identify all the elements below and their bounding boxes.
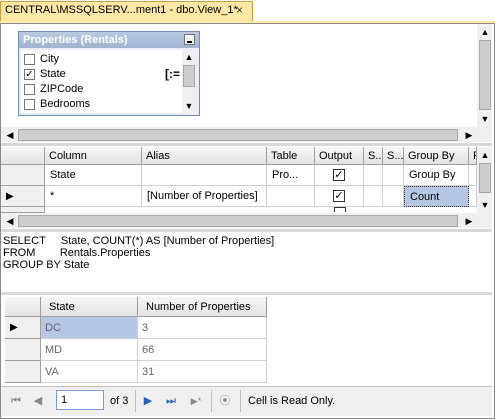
results-header-state[interactable]: State [41, 297, 138, 317]
result-cell-state[interactable]: DC [41, 317, 138, 339]
minimize-icon[interactable] [184, 34, 195, 45]
sort-type-header[interactable]: S... [364, 147, 383, 165]
output-checkbox[interactable] [334, 207, 346, 212]
filter-header[interactable]: F [469, 147, 477, 165]
arrow-down-icon[interactable]: ▼ [182, 99, 196, 113]
scroll-thumb[interactable] [18, 215, 458, 227]
last-record-icon[interactable]: ⏭ [163, 393, 179, 409]
grid-cell-column[interactable]: State [45, 165, 142, 186]
scroll-thumb[interactable] [479, 40, 491, 110]
previous-record-icon[interactable]: ◀ [30, 393, 46, 409]
alias-header[interactable]: Alias [142, 147, 267, 165]
output-checkbox[interactable]: ✓ [333, 169, 345, 181]
current-row-indicator-icon[interactable]: ▶ [5, 317, 41, 339]
column-header[interactable]: Column [45, 147, 142, 165]
field-label: City [40, 53, 59, 65]
separator [211, 390, 212, 412]
sort-order-header[interactable]: S... [383, 147, 404, 165]
result-cell-count[interactable]: 66 [138, 339, 267, 361]
sql-line[interactable]: GROUP BY State [3, 259, 89, 271]
grid-cell-column[interactable]: * [45, 186, 142, 207]
field-label: ZIPCode [40, 83, 84, 95]
grid-cell-alias[interactable] [142, 165, 267, 186]
row-header[interactable] [5, 339, 41, 361]
current-row-indicator-icon[interactable]: ▶ [1, 186, 45, 207]
separator [135, 390, 136, 412]
close-icon[interactable]: × [236, 3, 243, 17]
arrow-up-icon[interactable]: ▲ [182, 50, 196, 64]
arrow-right-icon[interactable]: ▶ [462, 214, 476, 228]
scroll-thumb[interactable] [479, 163, 491, 193]
table-window-title: Properties (Rentals) [23, 34, 128, 46]
output-header[interactable]: Output [315, 147, 364, 165]
grid-cell-filter[interactable] [469, 186, 477, 207]
new-record-icon[interactable]: ▶* [188, 393, 204, 409]
table-header[interactable]: Table [267, 147, 315, 165]
result-cell-state[interactable]: MD [41, 339, 138, 361]
result-cell-state[interactable]: VA [41, 361, 138, 383]
document-tab-title: CENTRAL\MSSQLSERV...ment1 - dbo.View_1* [5, 4, 238, 16]
status-text: Cell is Read Only. [248, 395, 336, 407]
field-label: Bedrooms [40, 98, 91, 110]
separator [240, 390, 241, 412]
grid-cell-alias[interactable]: [Number of Properties] [142, 186, 267, 207]
next-record-icon[interactable]: ▶ [140, 393, 156, 409]
arrow-down-icon[interactable]: ▼ [478, 112, 492, 126]
row-header[interactable] [1, 165, 45, 186]
arrow-left-icon[interactable]: ◀ [3, 128, 17, 142]
page-number-input[interactable]: 1 [56, 390, 104, 410]
grid-cell-sort-type[interactable] [364, 186, 383, 207]
scroll-thumb[interactable] [18, 129, 458, 141]
grid-cell-group-by[interactable]: Group By [404, 165, 469, 186]
group-by-icon: [:= [165, 67, 180, 81]
arrow-down-icon[interactable]: ▼ [478, 198, 492, 212]
grid-corner-header [1, 147, 45, 165]
results-corner-header [5, 297, 41, 317]
arrow-up-icon[interactable]: ▲ [478, 148, 492, 162]
grid-cell-output[interactable]: ✓ [315, 186, 364, 207]
sql-line[interactable]: FROM Rentals.Properties [3, 247, 150, 259]
group-by-header[interactable]: Group By [404, 147, 469, 165]
scroll-thumb[interactable] [183, 65, 195, 87]
grid-cell-sort-order[interactable] [383, 165, 404, 186]
stop-icon[interactable]: ⦿ [217, 393, 233, 409]
grid-cell-sort-order[interactable] [383, 186, 404, 207]
grid-cell-filter[interactable] [469, 165, 477, 186]
grid-cell-group-by-selected[interactable]: Count [404, 186, 469, 207]
page-count-label: of 3 [110, 395, 129, 407]
arrow-left-icon[interactable]: ◀ [3, 214, 17, 228]
grid-cell-output[interactable]: ✓ [315, 165, 364, 186]
grid-cell-table[interactable]: Pro... [267, 165, 315, 186]
pane-splitter[interactable] [1, 143, 492, 146]
field-label: State [40, 68, 66, 80]
grid-cell-table[interactable] [267, 186, 315, 207]
arrow-right-icon[interactable]: ▶ [462, 128, 476, 142]
result-cell-count[interactable]: 3 [138, 317, 267, 339]
grid-cell-sort-type[interactable] [364, 165, 383, 186]
sql-line[interactable]: SELECT State, COUNT(*) AS [Number of Pro… [3, 235, 274, 247]
arrow-up-icon[interactable]: ▲ [478, 25, 492, 39]
field-checkbox[interactable] [24, 84, 35, 95]
field-checkbox[interactable] [24, 54, 35, 65]
results-header-count[interactable]: Number of Properties [138, 297, 267, 317]
first-record-icon[interactable]: ⏮ [8, 393, 24, 409]
field-checkbox-checked[interactable]: ✓ [24, 69, 35, 80]
output-checkbox[interactable]: ✓ [333, 190, 345, 202]
result-cell-count[interactable]: 31 [138, 361, 267, 383]
field-checkbox[interactable] [24, 99, 35, 110]
row-header[interactable] [5, 361, 41, 383]
